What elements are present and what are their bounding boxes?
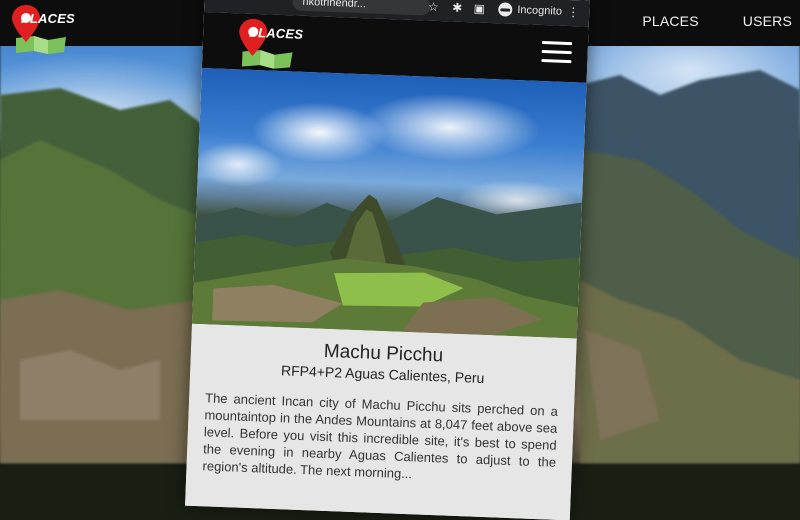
incognito-badge[interactable]: Incognito (494, 0, 568, 21)
background-nav-links: PLACES USERS (642, 13, 792, 29)
star-icon[interactable]: ☆ (426, 0, 441, 14)
mobile-browser-window: rikotrihendr... ☆ ✱ ▣ Incognito ⋮ PLACES (185, 0, 590, 520)
hamburger-menu-icon[interactable] (541, 40, 573, 64)
reading-list-icon[interactable]: ▣ (472, 1, 487, 16)
address-bar[interactable]: rikotrihendr... (292, 0, 431, 16)
place-description: The ancient Incan city of Machu Picchu s… (202, 390, 559, 482)
map-marker-icon (239, 18, 293, 69)
app-logo[interactable]: PLACES (234, 15, 303, 69)
place-details: Machu Picchu RFP4+P2 Aguas Calientes, Pe… (185, 323, 577, 520)
place-image (192, 67, 587, 339)
machu-picchu-illustration (192, 194, 582, 339)
nav-link-users[interactable]: USERS (743, 13, 792, 29)
app-logo-text: PLACES (248, 24, 304, 42)
kebab-menu-icon[interactable]: ⋮ (566, 5, 581, 20)
incognito-icon (498, 2, 513, 17)
nav-link-places[interactable]: PLACES (642, 13, 698, 29)
incognito-label: Incognito (517, 4, 563, 18)
extension-icon[interactable]: ✱ (450, 0, 465, 15)
background-logo[interactable]: PLACES (8, 2, 75, 54)
map-marker-icon (12, 5, 66, 54)
background-logo-text: PLACES (21, 11, 75, 26)
